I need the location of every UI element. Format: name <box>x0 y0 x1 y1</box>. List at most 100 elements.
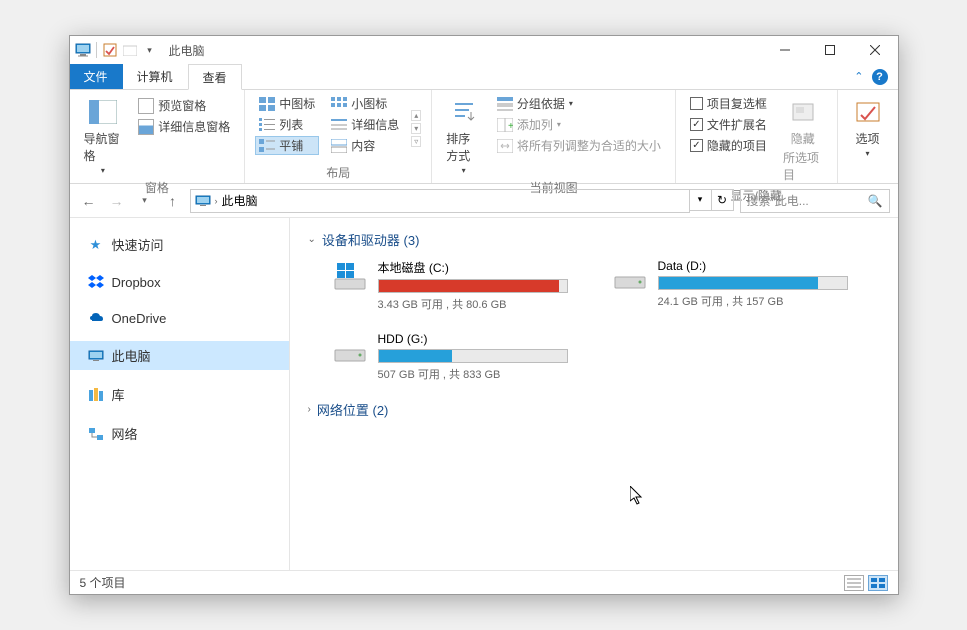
onedrive-icon <box>88 310 104 326</box>
layout-scroll-up[interactable]: ▴ <box>411 110 421 121</box>
usage-bar <box>378 279 568 293</box>
address-box[interactable]: › 此电脑 <box>190 189 690 213</box>
sidebar-item-thispc[interactable]: 此电脑 <box>70 341 289 370</box>
layout-content[interactable]: 内容 <box>327 136 403 155</box>
navpane-icon <box>87 96 119 128</box>
checkbox-checked-icon <box>690 118 703 131</box>
hidden-items-toggle[interactable]: 隐藏的项目 <box>686 136 771 155</box>
address-location[interactable]: 此电脑 <box>222 192 258 209</box>
layout-details[interactable]: 详细信息 <box>327 115 403 134</box>
libraries-icon <box>88 387 104 403</box>
layout-scroll-down[interactable]: ▾ <box>411 123 421 134</box>
pc-icon <box>88 348 104 364</box>
help-icon[interactable]: ? <box>872 69 888 85</box>
sidebar-item-libraries[interactable]: 库 <box>70 380 289 409</box>
group-label: 布局 <box>255 162 421 183</box>
content-pane: ⌄ 设备和驱动器 (3) 本地磁盘 (C:) 3.43 GB 可用 , 共 80.… <box>290 218 898 570</box>
drive-stats: 507 GB 可用 , 共 833 GB <box>378 366 572 382</box>
layout-small[interactable]: 小图标 <box>327 94 403 113</box>
view-details-icon[interactable] <box>844 575 864 591</box>
window-title: 此电脑 <box>169 42 205 59</box>
tab-view[interactable]: 查看 <box>188 64 242 90</box>
forward-button[interactable]: → <box>106 190 128 212</box>
add-columns-button[interactable]: +添加列 ▾ <box>493 115 665 134</box>
sidebar-item-onedrive[interactable]: OneDrive <box>70 305 289 331</box>
view-tiles-icon[interactable] <box>868 575 888 591</box>
hide-icon <box>787 96 819 128</box>
chevron-down-icon: ▾ <box>462 166 466 175</box>
sizecol-icon <box>497 139 513 153</box>
drive-icon <box>612 259 648 291</box>
ribbon-group-showhide: 项目复选框 文件扩展名 隐藏的项目 隐藏 所选项目 显示/隐藏 <box>676 90 838 183</box>
item-checkboxes-toggle[interactable]: 项目复选框 <box>686 94 771 113</box>
ribbon-group-options: 选项 ▾ <box>838 90 898 183</box>
medium-icon <box>259 97 275 111</box>
options-icon <box>852 96 884 128</box>
drive-item[interactable]: 本地磁盘 (C:) 3.43 GB 可用 , 共 80.6 GB <box>332 259 572 312</box>
properties-icon[interactable] <box>101 41 119 59</box>
drive-name: 本地磁盘 (C:) <box>378 259 572 276</box>
file-extensions-toggle[interactable]: 文件扩展名 <box>686 115 771 134</box>
usage-bar <box>658 276 848 290</box>
drive-name: Data (D:) <box>658 259 852 273</box>
group-header-devices[interactable]: ⌄ 设备和驱动器 (3) <box>308 230 880 249</box>
recent-dropdown[interactable]: ▾ <box>134 190 156 212</box>
group-by-button[interactable]: 分组依据 ▾ <box>493 94 665 113</box>
star-icon: ★ <box>88 237 104 253</box>
hide-selected-button[interactable]: 隐藏 所选项目 <box>779 94 827 185</box>
maximize-button[interactable] <box>808 36 853 64</box>
drive-item[interactable]: Data (D:)24.1 GB 可用 , 共 157 GB <box>612 259 852 312</box>
group-label <box>848 165 888 183</box>
sidebar-item-network[interactable]: 网络 <box>70 419 289 448</box>
layout-expand[interactable]: ▿ <box>411 136 421 147</box>
close-button[interactable] <box>853 36 898 64</box>
layout-tiles[interactable]: 平铺 <box>255 136 319 155</box>
search-input[interactable]: 搜索"此电... 🔍 <box>740 189 890 213</box>
sidebar-item-quickaccess[interactable]: ★快速访问 <box>70 230 289 259</box>
details-pane-button[interactable]: 详细信息窗格 <box>134 117 234 136</box>
preview-pane-button[interactable]: 预览窗格 <box>134 96 234 115</box>
new-folder-icon[interactable] <box>121 41 139 59</box>
details-icon <box>331 118 347 132</box>
sort-by-button[interactable]: 排序方式 ▾ <box>442 94 485 177</box>
size-columns-button[interactable]: 将所有列调整为合适的大小 <box>493 136 665 155</box>
options-button[interactable]: 选项 ▾ <box>848 94 888 165</box>
drive-name: HDD (G:) <box>378 332 572 346</box>
chevron-right-icon[interactable]: › <box>215 196 218 206</box>
search-placeholder: 搜索"此电... <box>747 192 868 209</box>
ribbon: 导航窗格 ▾ 预览窗格 详细信息窗格 窗格 中图标 列表 平铺 <box>70 90 898 184</box>
qat-dropdown-icon[interactable]: ▾ <box>141 41 159 59</box>
quick-access-toolbar: ▾ <box>70 41 163 59</box>
content-icon <box>331 139 347 153</box>
item-count: 5 个项目 <box>80 574 126 591</box>
group-header-network[interactable]: › 网络位置 (2) <box>308 400 880 419</box>
status-bar: 5 个项目 <box>70 570 898 594</box>
ribbon-group-currentview: 排序方式 ▾ 分组依据 ▾ +添加列 ▾ 将所有列调整为合适的大小 当前视图 <box>432 90 676 183</box>
ribbon-group-panes: 导航窗格 ▾ 预览窗格 详细信息窗格 窗格 <box>70 90 246 183</box>
drive-stats: 3.43 GB 可用 , 共 80.6 GB <box>378 296 572 312</box>
layout-list[interactable]: 列表 <box>255 115 319 134</box>
minimize-button[interactable] <box>763 36 808 64</box>
refresh-button[interactable]: ↻ <box>712 189 734 211</box>
sidebar-item-dropbox[interactable]: Dropbox <box>70 269 289 295</box>
back-button[interactable]: ← <box>78 190 100 212</box>
ribbon-tabs: 文件 计算机 查看 ⌃ ? <box>70 64 898 90</box>
pc-icon <box>74 41 92 59</box>
list-icon <box>259 118 275 132</box>
tab-file[interactable]: 文件 <box>70 64 123 89</box>
collapse-ribbon-icon[interactable]: ⌃ <box>854 70 863 83</box>
checkbox-checked-icon <box>690 139 703 152</box>
up-button[interactable]: ↑ <box>162 190 184 212</box>
groupby-icon <box>497 97 513 111</box>
address-dropdown[interactable]: ▾ <box>690 189 712 211</box>
sort-icon <box>448 96 480 128</box>
drive-icon <box>332 332 368 364</box>
layout-medium[interactable]: 中图标 <box>255 94 319 113</box>
navigation-pane-button[interactable]: 导航窗格 ▾ <box>80 94 127 177</box>
drives-list: 本地磁盘 (C:) 3.43 GB 可用 , 共 80.6 GB Data (D:)… <box>332 259 880 382</box>
drive-item[interactable]: HDD (G:) 507 GB 可用 , 共 833 GB <box>332 332 572 382</box>
addcol-icon: + <box>497 118 513 132</box>
address-bar: ← → ▾ ↑ › 此电脑 ▾ ↻ 搜索"此电... 🔍 <box>70 184 898 218</box>
view-mode-switcher <box>844 575 888 591</box>
tab-computer[interactable]: 计算机 <box>123 64 188 89</box>
